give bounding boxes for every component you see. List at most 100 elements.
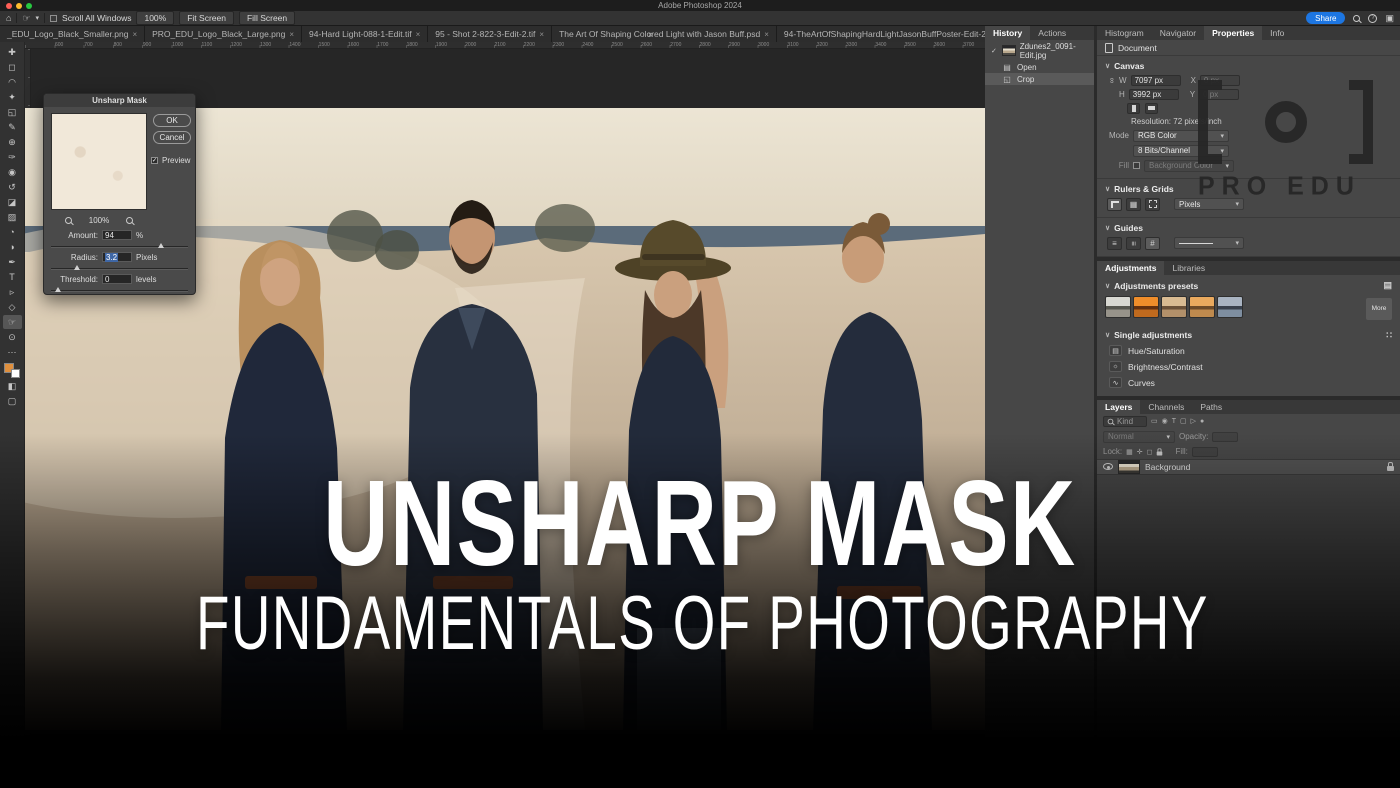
share-button[interactable]: Share	[1306, 12, 1345, 24]
amount-slider[interactable]	[51, 243, 188, 249]
tool-button[interactable]: ◱	[3, 105, 22, 119]
panel-tab[interactable]: History	[985, 26, 1030, 40]
preset-thumb[interactable]	[1217, 296, 1243, 318]
filter-shape-icon[interactable]: ▢	[1180, 417, 1187, 425]
panel-tab[interactable]: Adjustments	[1097, 261, 1164, 275]
tool-button[interactable]: ✚	[3, 45, 22, 59]
document-tab[interactable]: The Art Of Shaping Colored Light with Ja…	[552, 26, 777, 42]
document-tab[interactable]: 95 - Shot 2-822-3-Edit-2.tif ×	[428, 26, 552, 42]
presets-menu-icon[interactable]: ▤	[1383, 280, 1392, 291]
adjustments-presets-header[interactable]: ∨ Adjustments presets ▤	[1097, 278, 1400, 293]
amount-input[interactable]: 94	[102, 230, 132, 240]
dialog-title[interactable]: Unsharp Mask	[44, 94, 195, 107]
tool-button[interactable]: ◔	[3, 225, 22, 239]
preview-checkbox[interactable]: ✓	[151, 157, 158, 164]
close-icon[interactable]: ×	[764, 30, 769, 39]
radius-slider[interactable]	[51, 265, 188, 271]
color-swatches[interactable]	[4, 363, 20, 378]
panel-tab[interactable]: Paths	[1192, 400, 1230, 414]
width-input[interactable]: 7097 px	[1131, 75, 1181, 86]
panel-tab[interactable]: Channels	[1140, 400, 1192, 414]
tool-button[interactable]: ◉	[3, 165, 22, 179]
history-source-icon[interactable]: ✓	[991, 47, 998, 55]
panel-tab[interactable]: Histogram	[1097, 26, 1152, 40]
document-tab[interactable]: _EDU_Logo_Black_Smaller.png ×	[0, 26, 145, 42]
more-presets-button[interactable]: More	[1366, 298, 1392, 320]
help-icon[interactable]: ?	[1368, 14, 1377, 23]
document-tab[interactable]: 94-Hard Light-088-1-Edit.tif ×	[302, 26, 428, 42]
guide-columns-button[interactable]: ≡	[1126, 237, 1141, 250]
preset-thumb[interactable]	[1189, 296, 1215, 318]
tab-overflow-chevron[interactable]: »	[640, 26, 661, 42]
workspace-icon[interactable]: ▣	[1385, 14, 1394, 23]
fill-checkbox[interactable]	[1133, 162, 1140, 169]
filter-smart-icon[interactable]: ▷	[1191, 417, 1196, 425]
tool-button[interactable]: ⊕	[3, 135, 22, 149]
home-icon[interactable]: ⌂	[6, 14, 11, 23]
panel-tab[interactable]: Navigator	[1152, 26, 1204, 40]
ok-button[interactable]: OK	[153, 114, 191, 127]
threshold-input[interactable]: 0	[102, 274, 132, 284]
lock-position-icon[interactable]: ◻	[1147, 448, 1153, 456]
panel-tab[interactable]: Info	[1262, 26, 1292, 40]
filter-adjustment-icon[interactable]: ◉	[1162, 417, 1168, 425]
quick-mask-button[interactable]: ◧	[3, 379, 22, 393]
portrait-orientation-button[interactable]	[1127, 103, 1140, 114]
grid-view-icon[interactable]: ∷	[1386, 330, 1392, 341]
tool-button[interactable]: ✒	[3, 255, 22, 269]
tool-button[interactable]: ◠	[3, 75, 22, 89]
lock-paint-icon[interactable]: ✛	[1137, 448, 1143, 456]
grid-toggle-button[interactable]: ▦	[1126, 198, 1141, 211]
dialog-preview-image[interactable]	[51, 113, 147, 210]
preset-thumb[interactable]	[1133, 296, 1159, 318]
filter-type-icon[interactable]: T	[1172, 418, 1176, 425]
tool-button[interactable]: ✎	[3, 120, 22, 134]
zoom-100-button[interactable]: 100%	[136, 11, 174, 25]
tool-button[interactable]: ◪	[3, 195, 22, 209]
background-color-swatch[interactable]	[11, 369, 20, 378]
tool-button[interactable]: ✑	[3, 150, 22, 164]
hand-tool-icon[interactable]: ☞	[22, 14, 30, 23]
lock-transparent-icon[interactable]: ▦	[1126, 448, 1133, 456]
guide-style-dropdown[interactable]: ▾	[1174, 237, 1244, 249]
close-icon[interactable]: ×	[539, 30, 544, 39]
layer-visibility-icon[interactable]	[1103, 463, 1113, 470]
canvas-section-header[interactable]: ∨ Canvas	[1097, 59, 1400, 73]
tool-button[interactable]: ↺	[3, 180, 22, 194]
preset-thumb[interactable]	[1161, 296, 1187, 318]
height-input[interactable]: 3992 px	[1129, 89, 1179, 100]
snap-toggle-button[interactable]	[1145, 198, 1160, 211]
document-tab[interactable]: PRO_EDU_Logo_Black_Large.png ×	[145, 26, 302, 42]
background-layer-row[interactable]: Background	[1097, 459, 1400, 475]
cancel-button[interactable]: Cancel	[153, 131, 191, 144]
history-snapshot-row[interactable]: ✓ Zdunes2_0091-Edit.jpg	[985, 40, 1094, 61]
filter-toggle-icon[interactable]: ●	[1200, 418, 1204, 425]
ruler-toggle-button[interactable]	[1107, 198, 1122, 211]
fill-screen-button[interactable]: Fill Screen	[239, 11, 295, 25]
guides-header[interactable]: ∨ Guides	[1097, 221, 1400, 235]
link-dimensions-icon[interactable]: ∞	[1107, 77, 1116, 83]
close-icon[interactable]: ×	[289, 30, 294, 39]
single-adjustments-header[interactable]: ∨ Single adjustments ∷	[1097, 328, 1400, 343]
adjustment-item[interactable]: ▤ Hue/Saturation	[1097, 343, 1400, 359]
tool-button[interactable]: ▨	[3, 210, 22, 224]
document-tab[interactable]: 94-TheArtOfShapingHardLightJasonBuffPost…	[777, 26, 985, 42]
tool-button[interactable]: ⊙	[3, 330, 22, 344]
screen-mode-button[interactable]: ▢	[3, 394, 22, 408]
document-canvas[interactable]: 6007008009001000110012001300140015001600…	[25, 42, 985, 788]
history-open-row[interactable]: ▤ Open	[985, 61, 1094, 73]
tool-button[interactable]: ☞	[3, 315, 22, 329]
filter-image-icon[interactable]: ▭	[1151, 417, 1158, 425]
tool-button[interactable]: T	[3, 270, 22, 284]
radius-input[interactable]: 3.2	[102, 252, 132, 262]
zoom-out-icon[interactable]	[65, 217, 72, 224]
zoom-in-icon[interactable]	[126, 217, 133, 224]
document-type-row[interactable]: Document	[1097, 40, 1400, 56]
search-icon[interactable]	[1353, 15, 1360, 22]
close-icon[interactable]: ×	[416, 30, 421, 39]
panel-tab[interactable]: Layers	[1097, 400, 1140, 414]
panel-tab[interactable]: Properties	[1204, 26, 1262, 40]
landscape-orientation-button[interactable]	[1145, 103, 1158, 114]
tool-button[interactable]: ✦	[3, 90, 22, 104]
kind-filter[interactable]: Kind	[1103, 416, 1147, 427]
